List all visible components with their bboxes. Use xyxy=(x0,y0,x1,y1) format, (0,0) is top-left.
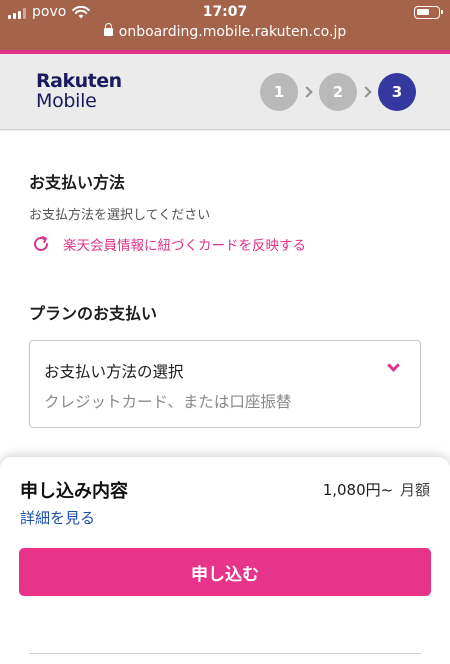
reflect-card-label: 楽天会員情報に紐づくカードを反映する xyxy=(63,238,306,254)
status-bar: povo 17:07 onboarding.mobile.rakuten.co.… xyxy=(0,0,450,50)
select-label: お支払い方法の選択 xyxy=(44,363,184,381)
lock-icon xyxy=(103,23,113,36)
url-text: onboarding.mobile.rakuten.co.jp xyxy=(118,24,347,40)
payment-method-select[interactable]: お支払い方法の選択 クレジットカード、または口座振替 xyxy=(29,340,421,428)
divider xyxy=(29,653,421,654)
chevron-right-icon xyxy=(360,86,372,98)
step-2: 2 xyxy=(319,73,357,111)
header: Rakuten Mobile 1 2 3 xyxy=(0,54,450,130)
price: 1,080円~ 月額 xyxy=(323,479,430,500)
payment-method-subtitle: お支払方法を選択してください xyxy=(29,208,211,223)
price-unit: 月額 xyxy=(399,481,430,499)
clock: 17:07 xyxy=(202,4,248,20)
logo-line-1: Rakuten xyxy=(36,70,122,92)
step-1: 1 xyxy=(260,73,298,111)
payment-method-title: お支払い方法 xyxy=(29,173,126,192)
select-placeholder: クレジットカード、または口座振替 xyxy=(44,393,292,411)
logo-line-2: Mobile xyxy=(36,90,97,112)
rakuten-mobile-logo[interactable]: Rakuten Mobile xyxy=(36,71,122,111)
step-3: 3 xyxy=(378,73,416,111)
details-link[interactable]: 詳細を見る xyxy=(20,507,95,528)
url-bar[interactable]: onboarding.mobile.rakuten.co.jp xyxy=(0,23,450,40)
summary-title: 申し込み内容 xyxy=(20,481,128,502)
battery-icon xyxy=(414,6,443,19)
apply-button[interactable]: 申し込む xyxy=(19,548,431,596)
order-summary-sheet: 申し込み内容 1,080円~ 月額 詳細を見る 申し込む xyxy=(0,457,450,664)
reflect-card-link[interactable]: 楽天会員情報に紐づくカードを反映する xyxy=(32,234,306,254)
chevron-down-icon xyxy=(387,359,400,372)
chevron-right-icon xyxy=(301,86,313,98)
step-indicator: 1 2 3 xyxy=(260,73,416,111)
price-amount: 1,080円~ xyxy=(322,481,394,499)
plan-payment-title: プランのお支払い xyxy=(29,304,158,323)
refresh-icon xyxy=(34,236,48,251)
